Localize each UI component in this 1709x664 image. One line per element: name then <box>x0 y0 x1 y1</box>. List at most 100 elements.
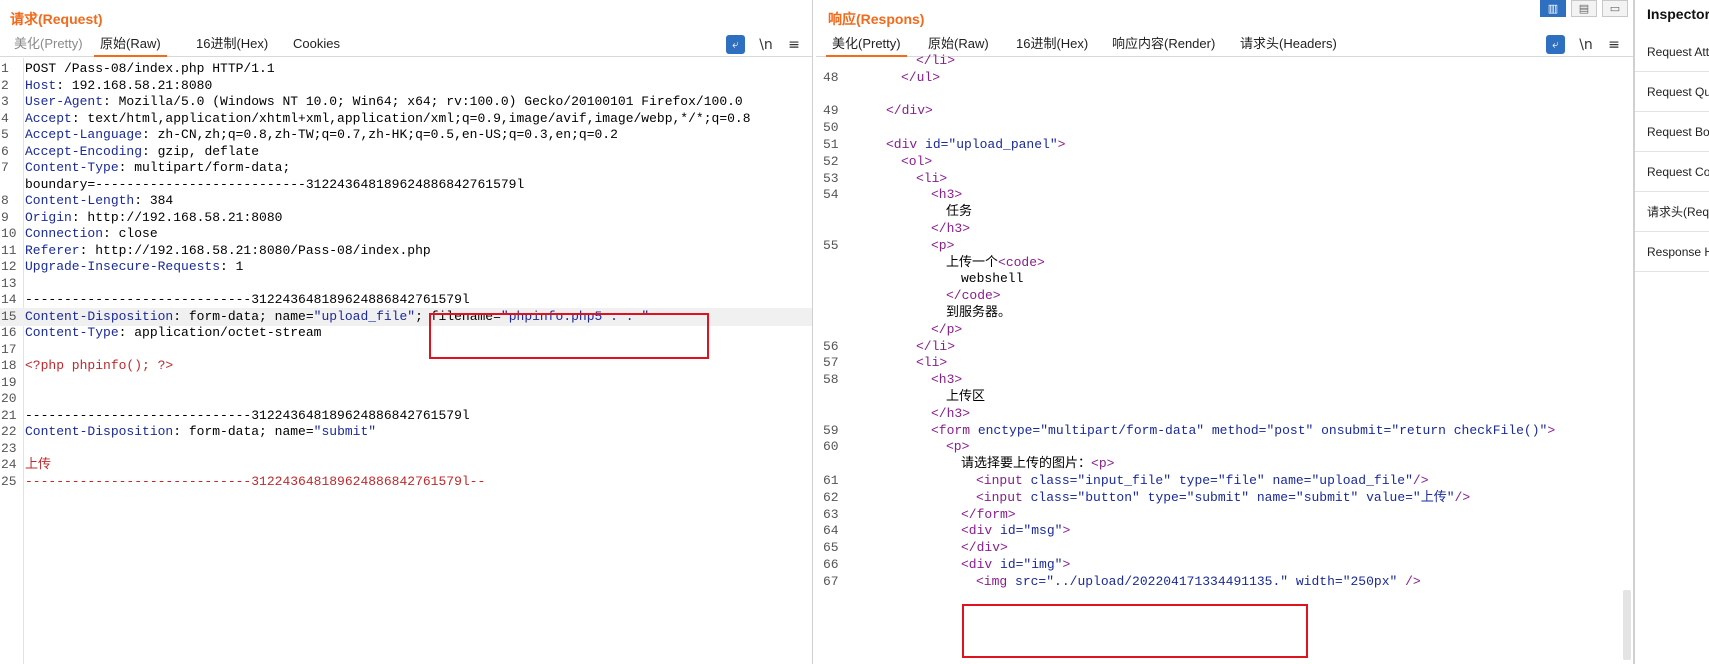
code-token: onsubmit= <box>1313 422 1392 438</box>
inspector-response-headers[interactable]: Response Headers <box>1635 232 1709 272</box>
line-number: 61 <box>823 473 839 488</box>
code-token: "img" <box>1023 557 1063 572</box>
code-token: <img <box>976 573 1016 589</box>
code-text: Accept-Language: zh-CN,zh;q=0.8,zh-TW;q=… <box>25 126 618 144</box>
code-token: -----------------------------31224364818… <box>25 407 470 423</box>
code-token: name= <box>1249 489 1296 505</box>
code-text: <div id="img"> <box>961 556 1070 574</box>
code-text: 上传 <box>25 456 51 474</box>
line-number: 6 <box>1 143 9 159</box>
code-token: "button" <box>1077 489 1140 505</box>
inspector-request-cookies[interactable]: Request Cookies <box>1635 152 1709 192</box>
code-text: 请选择要上传的图片：<p> <box>961 455 1114 473</box>
code-token: : multipart/form-data; <box>118 160 291 175</box>
code-line: 13 <box>0 275 812 293</box>
code-token: name= <box>1264 473 1312 488</box>
line-number: 25 <box>1 473 17 489</box>
menu-icon[interactable]: ≡ <box>784 35 804 55</box>
code-token: <?php phpinfo(); ?> <box>25 358 174 373</box>
code-line: 19 <box>0 374 812 392</box>
code-text: Content-Type: application/octet-stream <box>25 324 321 342</box>
code-token: <h3> <box>931 372 963 388</box>
code-line: 9 Origin: http://192.168.58.21:8080 <box>0 209 812 227</box>
code-line: 54 <h3> <box>816 186 1633 204</box>
inspector-request-query[interactable]: Request Query Parameters <box>1635 72 1709 112</box>
code-token: "multipart/form-data" <box>1040 422 1205 438</box>
code-token: : zh-CN,zh;q=0.8,zh-TW;q=0.7,zh-HK;q=0.5… <box>142 127 618 142</box>
code-text: Origin: http://192.168.58.21:8080 <box>25 209 282 227</box>
code-text: 到服务器。 <box>946 304 1011 322</box>
code-line: 5 Accept-Language: zh-CN,zh;q=0.8,zh-TW;q… <box>0 126 812 144</box>
code-line: 66 <div id="img"> <box>816 556 1633 574</box>
newline-toggle-icon[interactable]: \n <box>756 35 776 55</box>
code-line: 23 <box>0 440 812 458</box>
code-token: Content-Type <box>25 325 119 340</box>
code-text: <input class="input_file" type="file" na… <box>976 472 1429 490</box>
code-token: Accept-Language <box>25 127 143 142</box>
code-line: webshell <box>816 270 1633 288</box>
code-text: Accept-Encoding: gzip, deflate <box>25 143 259 161</box>
line-number: 3 <box>1 94 9 109</box>
response-pane: 响应(Respons) 美化(Pretty) 原始(Raw) 16进制(Hex)… <box>816 0 1634 664</box>
code-line: 18 <?php phpinfo(); ?> <box>0 357 812 375</box>
code-token: </li> <box>916 53 956 68</box>
code-token: : Mozilla/5.0 (Windows NT 10.0; Win64; x… <box>103 94 743 109</box>
inspector-request-attributes[interactable]: Request Attributes <box>1635 32 1709 72</box>
request-tab-pretty[interactable]: 美化(Pretty) <box>8 33 89 57</box>
code-token: </code> <box>946 288 1001 304</box>
line-number: 15 <box>1 308 17 324</box>
code-line: </p> <box>816 321 1633 339</box>
line-number: 50 <box>823 120 839 136</box>
code-text: </p> <box>931 321 962 339</box>
vertical-scrollbar[interactable] <box>1623 590 1631 660</box>
code-text: <div id="msg"> <box>961 522 1070 540</box>
line-number: 4 <box>1 110 9 126</box>
code-line: 17 <box>0 341 812 359</box>
line-number: 21 <box>1 407 17 423</box>
code-text: <div id="upload_panel"> <box>886 136 1065 154</box>
line-number: 5 <box>1 127 9 142</box>
code-token: </p> <box>931 321 963 337</box>
line-number: 65 <box>823 540 839 556</box>
line-number: 2 <box>1 77 9 93</box>
inspector-request-headers[interactable]: 请求头(Request Headers) <box>1635 192 1709 232</box>
code-token: "post" <box>1266 422 1314 438</box>
split-vertical-icon[interactable]: ▤ <box>1571 0 1597 17</box>
request-tab-hex[interactable]: 16进制(Hex) <box>190 33 274 57</box>
code-line: 15 Content-Disposition: form-data; name="… <box>0 307 812 326</box>
line-number: 67 <box>823 573 839 589</box>
code-token: POST /Pass-08/index.php HTTP/1.1 <box>25 61 275 76</box>
single-pane-icon[interactable]: ▭ <box>1602 0 1628 17</box>
split-horizontal-icon[interactable]: ▥ <box>1540 0 1566 17</box>
code-token: Connection <box>25 226 104 241</box>
line-number: 53 <box>823 170 839 186</box>
inspector-request-body[interactable]: Request Body Parameters <box>1635 112 1709 152</box>
code-token: "msg" <box>1023 523 1063 539</box>
code-line: 55 <p> <box>816 237 1633 255</box>
code-token: <p> <box>946 439 970 455</box>
code-token: Referer <box>25 242 80 258</box>
code-token: 上传区 <box>946 389 986 404</box>
code-text: Content-Length: 384 <box>25 192 173 210</box>
request-editor[interactable]: 1 POST /Pass-08/index.php HTTP/1.1 2 Host: … <box>0 58 812 664</box>
code-token: Content-Disposition <box>25 308 174 324</box>
code-token: method= <box>1204 422 1267 438</box>
code-line: 53 <li> <box>816 170 1633 188</box>
code-token: "upload_file" <box>1311 473 1413 488</box>
code-text: Accept: text/html,application/xhtml+xml,… <box>25 110 751 128</box>
code-line: 16 Content-Type: application/octet-stream <box>0 324 812 342</box>
code-line: boundary=---------------------------3122… <box>0 176 812 194</box>
code-line: 57 <li> <box>816 354 1633 372</box>
code-token: Host <box>25 77 57 93</box>
code-token: : close <box>103 226 158 241</box>
wrap-lines-icon[interactable]: ⤶ <box>726 35 745 54</box>
response-editor[interactable]: </li> 48 </ul> 49 </div> 50 51 <div id="upload_… <box>816 53 1633 664</box>
code-line: 7 Content-Type: multipart/form-data; <box>0 159 812 177</box>
request-tab-cookies[interactable]: Cookies <box>287 33 346 57</box>
request-tab-raw[interactable]: 原始(Raw) <box>94 33 167 57</box>
code-line: 14 -----------------------------312243648… <box>0 291 812 309</box>
code-token: : 192.168.58.21:8080 <box>56 77 213 93</box>
code-line: 6 Accept-Encoding: gzip, deflate <box>0 143 812 161</box>
code-text: User-Agent: Mozilla/5.0 (Windows NT 10.0… <box>25 93 743 111</box>
code-token: "input_file" <box>1077 473 1172 488</box>
